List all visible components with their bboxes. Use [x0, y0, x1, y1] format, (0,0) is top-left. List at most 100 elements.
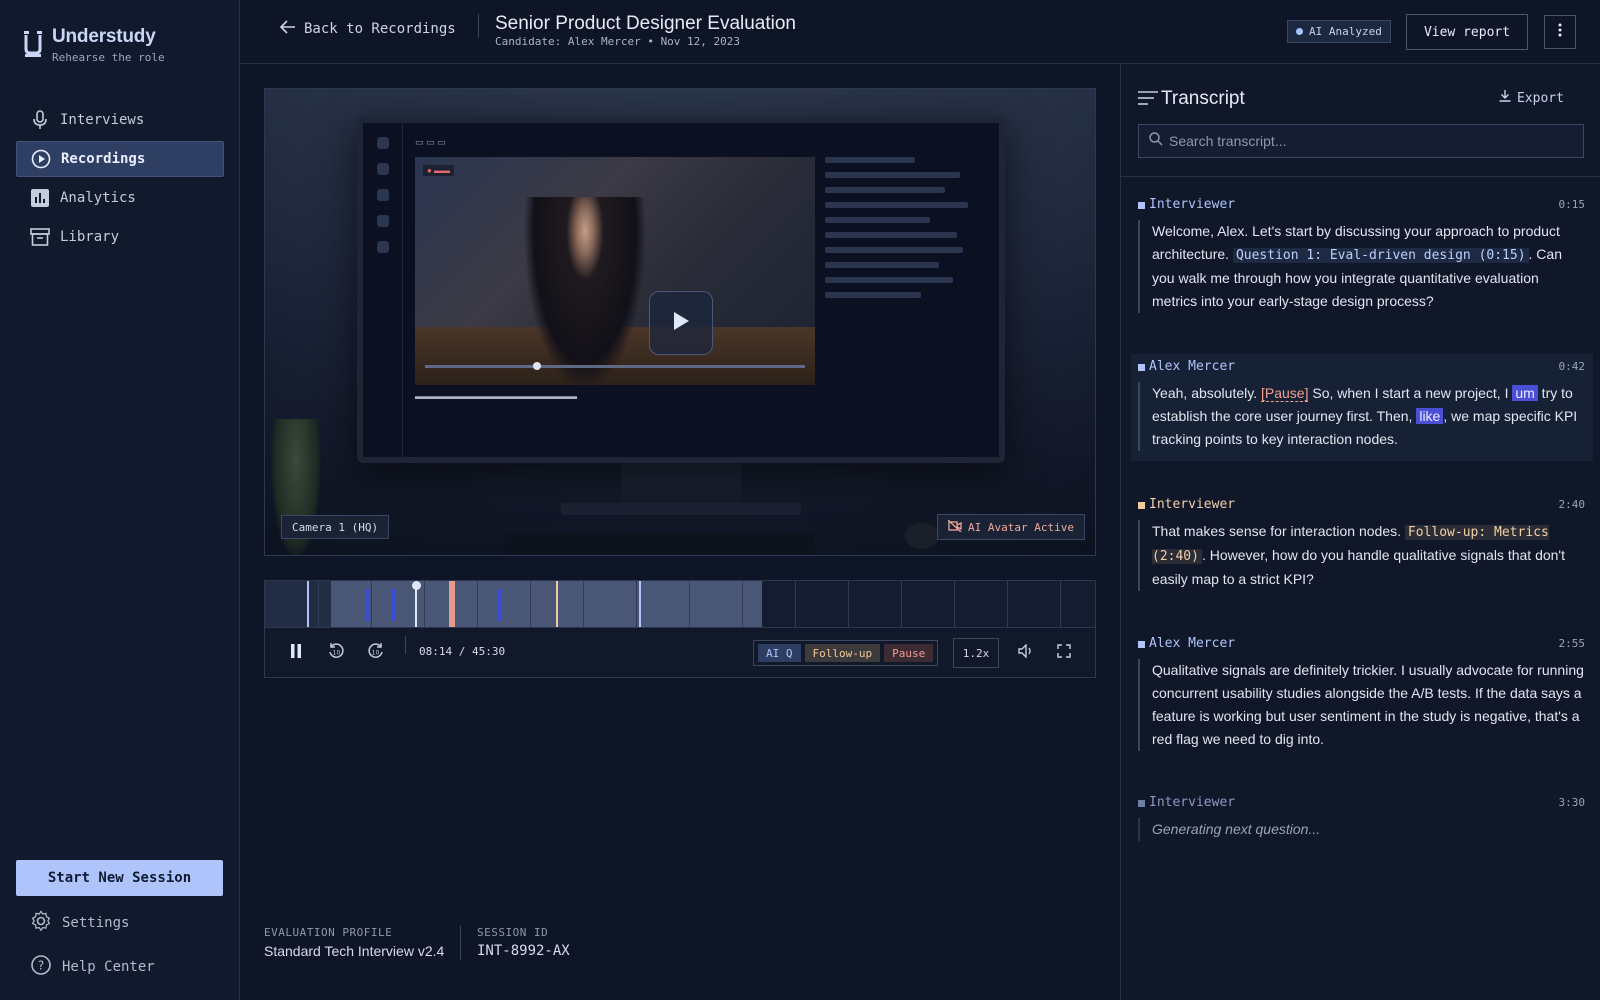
entry-timestamp[interactable]: 0:15	[1559, 198, 1586, 211]
timeline-marker-ai-question[interactable]	[307, 581, 309, 627]
fullscreen-button[interactable]	[1053, 642, 1075, 664]
settings-label: Settings	[62, 915, 130, 931]
entry-timestamp[interactable]: 0:42	[1559, 360, 1586, 373]
svg-text:10: 10	[333, 649, 341, 656]
timeline-divider	[318, 581, 319, 627]
export-button[interactable]: Export	[1499, 90, 1564, 106]
sidebar-item-interviews[interactable]: Interviews	[16, 102, 224, 138]
pause-button[interactable]	[285, 642, 307, 664]
info-divider	[460, 926, 461, 960]
speaker-name: Interviewer	[1149, 497, 1236, 512]
timeline-divider	[795, 581, 796, 627]
brand[interactable]: Understudy Rehearse the role	[24, 26, 165, 64]
monitor-stand	[621, 463, 741, 507]
speaker-marker	[1138, 800, 1145, 807]
back-to-recordings-link[interactable]: Back to Recordings	[279, 20, 456, 38]
evaluation-profile-value: Standard Tech Interview v2.4	[264, 943, 445, 959]
session-id-label: SESSION ID	[477, 926, 549, 939]
bar-chart-icon	[30, 188, 50, 208]
entry-text: Yeah, absolutely. [Pause] So, when I sta…	[1138, 382, 1593, 451]
timeline-marker-ai-question[interactable]	[639, 581, 641, 627]
status-dot-icon	[1296, 28, 1303, 35]
monitor-video-frame: ● ▬▬	[415, 157, 815, 385]
timeline-divider	[530, 581, 531, 627]
speaker-marker	[1138, 364, 1145, 371]
help-circle-icon: ?	[30, 954, 52, 980]
rewind-10-icon: 10	[327, 642, 345, 665]
more-vertical-icon	[1558, 23, 1562, 42]
timeline-marker-filler[interactable]	[497, 589, 501, 621]
speaker-name: Alex Mercer	[1149, 359, 1236, 374]
evaluation-profile-label: EVALUATION PROFILE	[264, 926, 393, 939]
speaker-name: Alex Mercer	[1149, 636, 1236, 651]
timeline-marker-filler[interactable]	[365, 589, 369, 621]
search-input[interactable]	[1169, 133, 1569, 149]
filler-word-highlight[interactable]: um	[1512, 385, 1538, 401]
svg-text:10: 10	[372, 649, 380, 656]
timeline-divider	[742, 581, 743, 627]
app-name: Understudy	[52, 26, 156, 47]
transcript-entry-pending: Interviewer 3:30 Generating next questio…	[1131, 794, 1593, 841]
camera-label: Camera 1 (HQ)	[281, 515, 390, 539]
transcript-entry[interactable]: Alex Mercer 2:55 Qualitative signals are…	[1131, 635, 1593, 751]
speaker-marker	[1138, 202, 1145, 209]
settings-link[interactable]: Settings	[30, 910, 220, 936]
sidebar-item-analytics[interactable]: Analytics	[16, 180, 224, 216]
forward-button[interactable]: 10	[365, 642, 387, 664]
timeline-divider	[848, 581, 849, 627]
playhead-handle[interactable]	[411, 581, 421, 590]
timeline-divider	[1060, 581, 1061, 627]
more-options-button[interactable]	[1544, 15, 1576, 49]
back-label: Back to Recordings	[304, 21, 456, 37]
monitor-base	[561, 503, 801, 515]
entry-timestamp[interactable]: 2:40	[1559, 498, 1586, 511]
fullscreen-icon	[1057, 643, 1071, 663]
view-report-button[interactable]: View report	[1406, 14, 1528, 50]
transcript-entry-active[interactable]: Alex Mercer 0:42 Yeah, absolutely. [Paus…	[1131, 354, 1593, 461]
entry-text: That makes sense for interaction nodes. …	[1138, 520, 1593, 591]
avatar-badge-label: AI Avatar Active	[968, 520, 1074, 534]
tag-ai-question[interactable]: AI Q	[758, 644, 801, 662]
sidebar-item-library[interactable]: Library	[16, 219, 224, 255]
marker-legend: AI Q Follow-up Pause	[753, 640, 939, 666]
speaker-marker	[1138, 641, 1145, 648]
app-tagline: Rehearse the role	[52, 51, 165, 64]
timeline-divider	[371, 581, 372, 627]
timeline-track[interactable]	[264, 580, 1096, 628]
volume-button[interactable]	[1015, 642, 1037, 664]
volume-icon	[1018, 642, 1034, 663]
transcript-entry[interactable]: Interviewer 0:15 Welcome, Alex. Let's st…	[1131, 196, 1593, 313]
generating-text: Generating next question...	[1152, 821, 1321, 837]
rewind-button[interactable]: 10	[325, 642, 347, 664]
timeline-marker-follow-up[interactable]	[556, 581, 558, 627]
pause-annotation[interactable]: [Pause]	[1260, 385, 1309, 402]
sidebar-item-recordings[interactable]: Recordings	[16, 141, 224, 177]
entry-timestamp: 3:30	[1558, 796, 1586, 809]
play-circle-icon	[31, 149, 51, 169]
archive-icon	[30, 227, 50, 247]
tag-follow-up[interactable]: Follow-up	[804, 644, 881, 662]
ai-analyzed-badge: AI Analyzed	[1287, 20, 1391, 43]
filler-word-highlight[interactable]: like	[1416, 408, 1444, 424]
entry-timestamp[interactable]: 2:55	[1559, 637, 1586, 650]
tag-pause[interactable]: Pause	[884, 644, 934, 662]
video-player[interactable]: ▭ ▭ ▭ ● ▬▬ ▬▬▬▬▬▬▬▬▬▬▬▬▬▬▬▬▬▬ Camera 1 (…	[264, 88, 1096, 556]
timeline-marker-pause[interactable]	[449, 581, 455, 627]
svg-text:?: ?	[38, 959, 44, 973]
page-header: Back to Recordings Senior Product Design…	[240, 0, 1600, 64]
play-button[interactable]	[649, 291, 713, 355]
help-center-link[interactable]: ? Help Center	[30, 954, 220, 980]
header-divider	[478, 14, 479, 38]
transcript-title: Transcript	[1161, 88, 1245, 109]
monitor-caption: ▬▬▬▬▬▬▬▬▬▬▬▬▬▬▬▬▬▬	[415, 391, 577, 401]
transcript-entry[interactable]: Interviewer 2:40 That makes sense for in…	[1131, 496, 1593, 591]
start-new-session-button[interactable]: Start New Session	[16, 860, 223, 896]
mug	[905, 523, 939, 549]
logo-icon	[24, 31, 42, 57]
timeline-marker-filler[interactable]	[391, 589, 395, 621]
question-chip[interactable]: Question 1: Eval-driven design (0:15)	[1232, 248, 1529, 263]
session-id-value: INT-8992-AX	[477, 943, 570, 959]
monitor-topbar: ▭ ▭ ▭	[415, 137, 446, 147]
playback-speed-button[interactable]: 1.2x	[953, 638, 999, 668]
speaker-name: Interviewer	[1149, 795, 1236, 810]
